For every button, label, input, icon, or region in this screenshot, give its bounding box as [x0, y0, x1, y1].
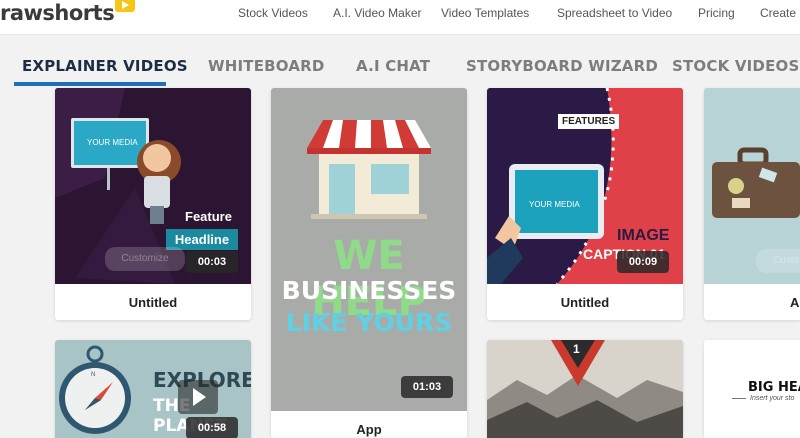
caption-line1: IMAGE	[617, 227, 670, 244]
duration-badge: 00:03	[186, 251, 238, 273]
template-thumbnail[interactable]: BIG HEA Insert your sto	[704, 340, 800, 438]
play-triangle	[193, 388, 206, 406]
storefront-illustration	[307, 120, 431, 219]
play-video-icon[interactable]	[178, 380, 218, 414]
template-card[interactable]: WE HELP BUSINESSES LIKE YOURS 01:03 App	[271, 88, 467, 438]
nav-link-ai-video-maker[interactable]: A.I. Video Maker	[333, 6, 422, 20]
nav-link-video-templates[interactable]: Video Templates	[441, 6, 529, 20]
active-tab-indicator	[14, 82, 166, 86]
nav-link-create[interactable]: Create	[760, 6, 796, 20]
card-title: Ap	[790, 295, 800, 310]
top-navigation: rawshorts Stock Videos A.I. Video Maker …	[0, 0, 800, 34]
template-thumbnail[interactable]: FEATURES YOUR MEDIA IMAGE CAPTION 01 00:…	[487, 88, 683, 284]
nav-link-pricing[interactable]: Pricing	[698, 6, 735, 20]
template-thumbnail[interactable]: YOUR MEDIA Feature Headline Customize 00…	[55, 88, 251, 284]
mountain-photo	[487, 340, 683, 438]
tab-whiteboard[interactable]: WHITEBOARD	[208, 57, 325, 75]
card-title: Untitled	[128, 295, 178, 310]
template-thumbnail[interactable]: 1	[487, 340, 683, 438]
nav-link-spreadsheet-to-video[interactable]: Spreadsheet to Video	[557, 6, 672, 20]
card-title: Untitled	[560, 295, 610, 310]
template-card[interactable]: BIG HEA Insert your sto	[704, 340, 800, 438]
template-card[interactable]: 1	[487, 340, 683, 438]
template-card[interactable]: N EXPLORE THE PLANET 00:58	[55, 340, 251, 438]
tab-ai-chat[interactable]: A.I CHAT	[356, 57, 430, 75]
nav-link-stock-videos[interactable]: Stock Videos	[238, 6, 308, 20]
slide-number: 1	[573, 342, 580, 356]
duration-badge: 00:09	[617, 251, 669, 273]
customize-button[interactable]: Custo	[756, 249, 800, 273]
headline-subtext: Insert your sto	[750, 395, 795, 402]
tab-explainer-videos[interactable]: EXPLAINER VIDEOS	[22, 57, 188, 75]
nav-links: Stock Videos A.I. Video Maker Video Temp…	[0, 6, 800, 20]
compass-n: N	[91, 372, 96, 378]
customize-button[interactable]: Customize	[105, 247, 185, 271]
features-badge: FEATURES	[558, 114, 620, 129]
duration-badge: 01:03	[401, 376, 453, 398]
media-label: YOUR MEDIA	[529, 200, 580, 209]
hero-line2: BUSINESSES	[281, 276, 457, 305]
big-headline: BIG HEA	[748, 380, 800, 395]
template-thumbnail[interactable]: Custo	[704, 88, 800, 284]
tab-storyboard-wizard[interactable]: STORYBOARD WIZARD	[466, 57, 658, 75]
duration-badge: 00:58	[186, 417, 238, 438]
template-card[interactable]: Custo Ap	[704, 88, 800, 320]
template-thumbnail[interactable]: WE HELP BUSINESSES LIKE YOURS 01:03	[271, 88, 467, 411]
headline-line1: Feature	[185, 209, 232, 224]
tab-stock-videos[interactable]: STOCK VIDEOS	[672, 57, 799, 75]
template-card[interactable]: YOUR MEDIA Feature Headline Customize 00…	[55, 88, 251, 320]
template-card[interactable]: FEATURES YOUR MEDIA IMAGE CAPTION 01 00:…	[487, 88, 683, 320]
divider	[732, 398, 746, 399]
hero-line3: LIKE YOURS	[285, 308, 453, 337]
media-label: YOUR MEDIA	[87, 138, 138, 147]
card-title: App	[356, 422, 382, 437]
category-tabs: EXPLAINER VIDEOS WHITEBOARD A.I CHAT STO…	[0, 34, 800, 86]
